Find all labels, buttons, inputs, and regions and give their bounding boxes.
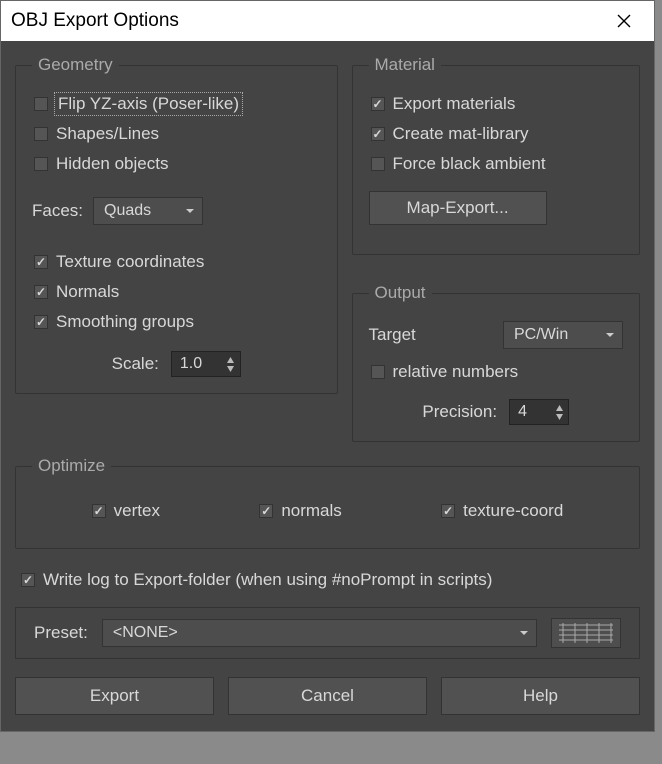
checkbox-icon — [34, 285, 48, 299]
preset-row: Preset: <NONE> — [15, 607, 640, 659]
chevron-down-icon — [186, 207, 194, 215]
force-black-ambient-checkbox[interactable]: Force black ambient — [369, 149, 624, 179]
checkbox-label: Create mat-library — [393, 124, 529, 144]
checkbox-icon — [371, 157, 385, 171]
checkbox-label: texture-coord — [463, 501, 563, 521]
preset-dropdown[interactable]: <NONE> — [102, 619, 537, 647]
spinner-down-icon[interactable] — [552, 412, 566, 421]
checkbox-label: Force black ambient — [393, 154, 546, 174]
optimize-vertex-checkbox[interactable]: vertex — [90, 496, 162, 526]
checkbox-label: Flip YZ-axis (Poser-like) — [56, 94, 241, 114]
button-bar: Export Cancel Help — [15, 677, 640, 715]
export-button[interactable]: Export — [15, 677, 214, 715]
optimize-group: Optimize vertex normals texture-coord — [15, 456, 640, 549]
cancel-button[interactable]: Cancel — [228, 677, 427, 715]
spinner-up-icon[interactable] — [552, 403, 566, 412]
checkbox-label: Shapes/Lines — [56, 124, 159, 144]
dialog-window: OBJ Export Options Geometry Flip YZ-axis… — [0, 0, 655, 732]
checkbox-icon — [34, 157, 48, 171]
chevron-down-icon — [606, 331, 614, 339]
material-group: Material Export materials Create mat-lib… — [352, 55, 641, 255]
flip-yz-checkbox[interactable]: Flip YZ-axis (Poser-like) — [32, 89, 321, 119]
map-export-button[interactable]: Map-Export... — [369, 191, 547, 225]
close-button[interactable] — [604, 7, 644, 35]
scale-label: Scale: — [112, 354, 159, 374]
checkbox-label: Write log to Export-folder (when using #… — [43, 570, 492, 590]
checkbox-label: vertex — [114, 501, 160, 521]
spinner-up-icon[interactable] — [224, 355, 238, 364]
checkbox-label: Smoothing groups — [56, 312, 194, 332]
close-icon — [617, 14, 631, 28]
checkbox-label: relative numbers — [393, 362, 519, 382]
output-group: Output Target PC/Win relative numbers Pr… — [352, 283, 641, 442]
export-materials-checkbox[interactable]: Export materials — [369, 89, 624, 119]
material-legend: Material — [369, 55, 441, 75]
checkbox-icon — [259, 504, 273, 518]
optimize-normals-checkbox[interactable]: normals — [257, 496, 343, 526]
dropdown-value: Quads — [104, 202, 151, 220]
dropdown-value: <NONE> — [113, 624, 178, 642]
write-log-checkbox[interactable]: Write log to Export-folder (when using #… — [19, 565, 636, 595]
scale-spinner[interactable]: 1.0 — [171, 351, 241, 377]
normals-checkbox[interactable]: Normals — [32, 277, 321, 307]
checkbox-label: Texture coordinates — [56, 252, 204, 272]
checkbox-icon — [371, 97, 385, 111]
help-button[interactable]: Help — [441, 677, 640, 715]
geometry-legend: Geometry — [32, 55, 119, 75]
checkbox-icon — [21, 573, 35, 587]
preset-manager-button[interactable] — [551, 618, 621, 648]
window-title: OBJ Export Options — [11, 10, 179, 32]
checkbox-icon — [371, 365, 385, 379]
target-dropdown[interactable]: PC/Win — [503, 321, 623, 349]
checkbox-icon — [441, 504, 455, 518]
checkbox-icon — [34, 315, 48, 329]
checkbox-icon — [34, 255, 48, 269]
checkbox-icon — [371, 127, 385, 141]
target-label: Target — [369, 325, 416, 345]
dropdown-value: PC/Win — [514, 326, 568, 344]
chevron-down-icon — [520, 629, 528, 637]
preset-grid-icon — [557, 622, 615, 644]
checkbox-icon — [92, 504, 106, 518]
create-mat-library-checkbox[interactable]: Create mat-library — [369, 119, 624, 149]
shapes-lines-checkbox[interactable]: Shapes/Lines — [32, 119, 321, 149]
checkbox-label: Export materials — [393, 94, 516, 114]
precision-label: Precision: — [422, 402, 497, 422]
optimize-legend: Optimize — [32, 456, 111, 476]
faces-label: Faces: — [32, 201, 83, 221]
faces-dropdown[interactable]: Quads — [93, 197, 203, 225]
relative-numbers-checkbox[interactable]: relative numbers — [369, 357, 624, 387]
checkbox-label: normals — [281, 501, 341, 521]
dialog-body: Geometry Flip YZ-axis (Poser-like) Shape… — [1, 41, 654, 731]
checkbox-label: Hidden objects — [56, 154, 168, 174]
hidden-objects-checkbox[interactable]: Hidden objects — [32, 149, 321, 179]
output-legend: Output — [369, 283, 432, 303]
spinner-down-icon[interactable] — [224, 364, 238, 373]
preset-label: Preset: — [34, 623, 88, 643]
geometry-group: Geometry Flip YZ-axis (Poser-like) Shape… — [15, 55, 338, 394]
texture-coords-checkbox[interactable]: Texture coordinates — [32, 247, 321, 277]
titlebar: OBJ Export Options — [1, 1, 654, 41]
spinner-value: 1.0 — [180, 355, 202, 373]
checkbox-icon — [34, 97, 48, 111]
optimize-texture-coord-checkbox[interactable]: texture-coord — [439, 496, 565, 526]
checkbox-label: Normals — [56, 282, 119, 302]
precision-spinner[interactable]: 4 — [509, 399, 569, 425]
checkbox-icon — [34, 127, 48, 141]
smoothing-groups-checkbox[interactable]: Smoothing groups — [32, 307, 321, 337]
spinner-value: 4 — [518, 403, 527, 421]
